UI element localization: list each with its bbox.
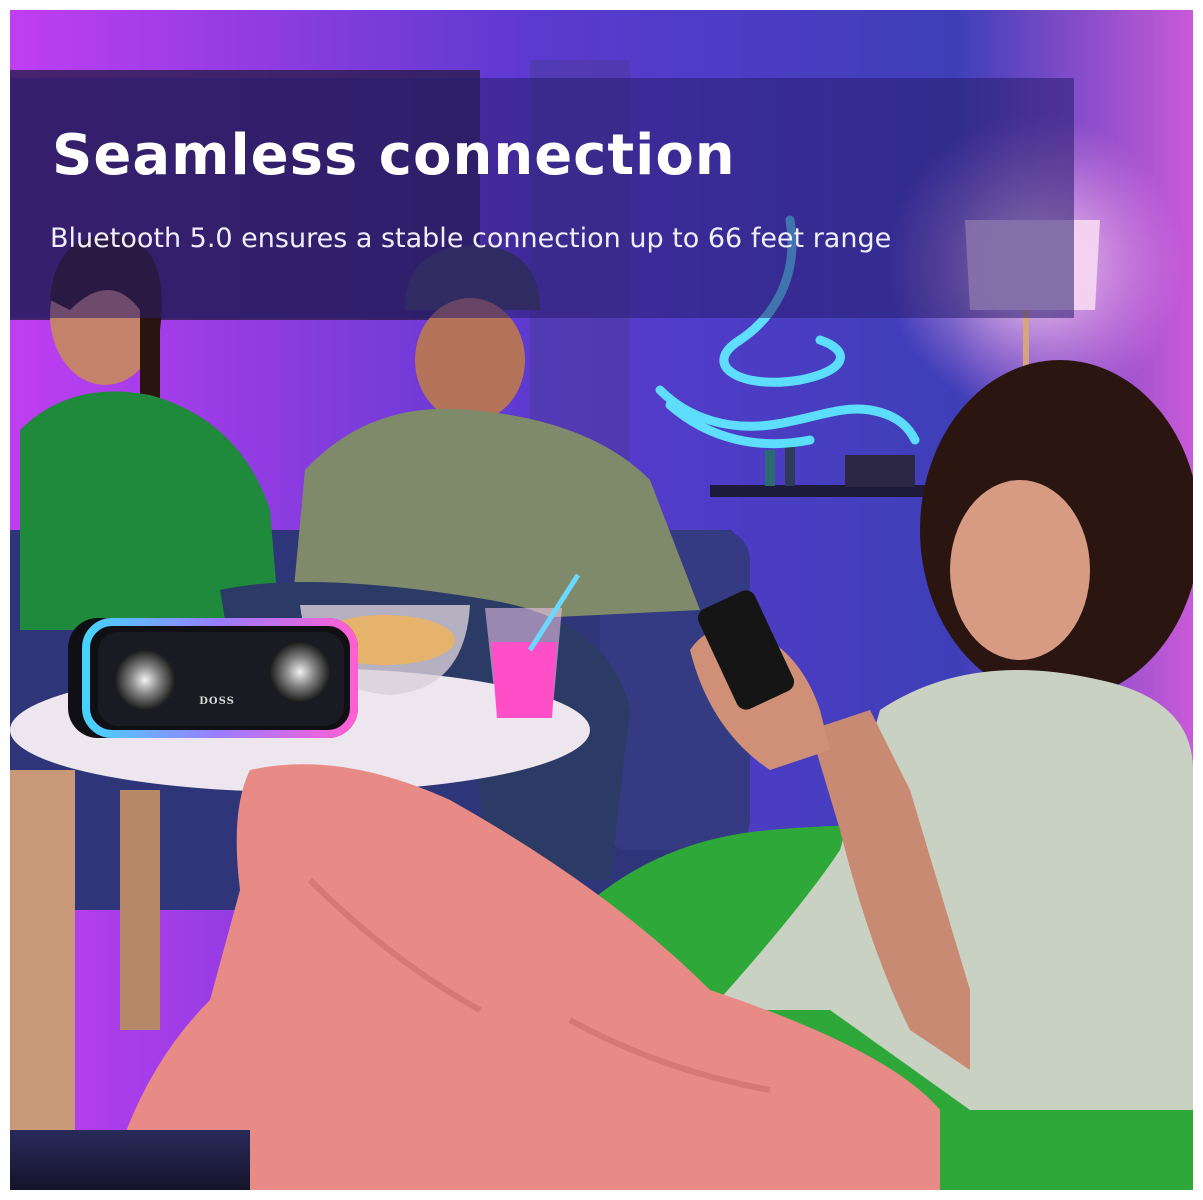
shelf-bottle: [765, 450, 775, 486]
headline: Seamless connection: [52, 123, 736, 188]
table-leg: [120, 790, 160, 1030]
product-image-frame: DOSS Seamless connection Bluetooth 5.0 e…: [10, 10, 1193, 1190]
bluetooth-speaker: DOSS: [68, 618, 358, 738]
woman-face: [950, 480, 1090, 660]
shelf-box: [845, 455, 915, 487]
table-leg: [10, 770, 75, 1190]
speaker-woofer-right: [270, 642, 330, 702]
floor: [10, 1130, 250, 1190]
feature-description: Bluetooth 5.0 ensures a stable connectio…: [50, 223, 892, 254]
speaker-brand-logo: DOSS: [199, 696, 235, 707]
drink-liquid: [491, 642, 557, 718]
speaker-woofer-left: [115, 650, 175, 710]
text-banner: [10, 78, 1074, 318]
